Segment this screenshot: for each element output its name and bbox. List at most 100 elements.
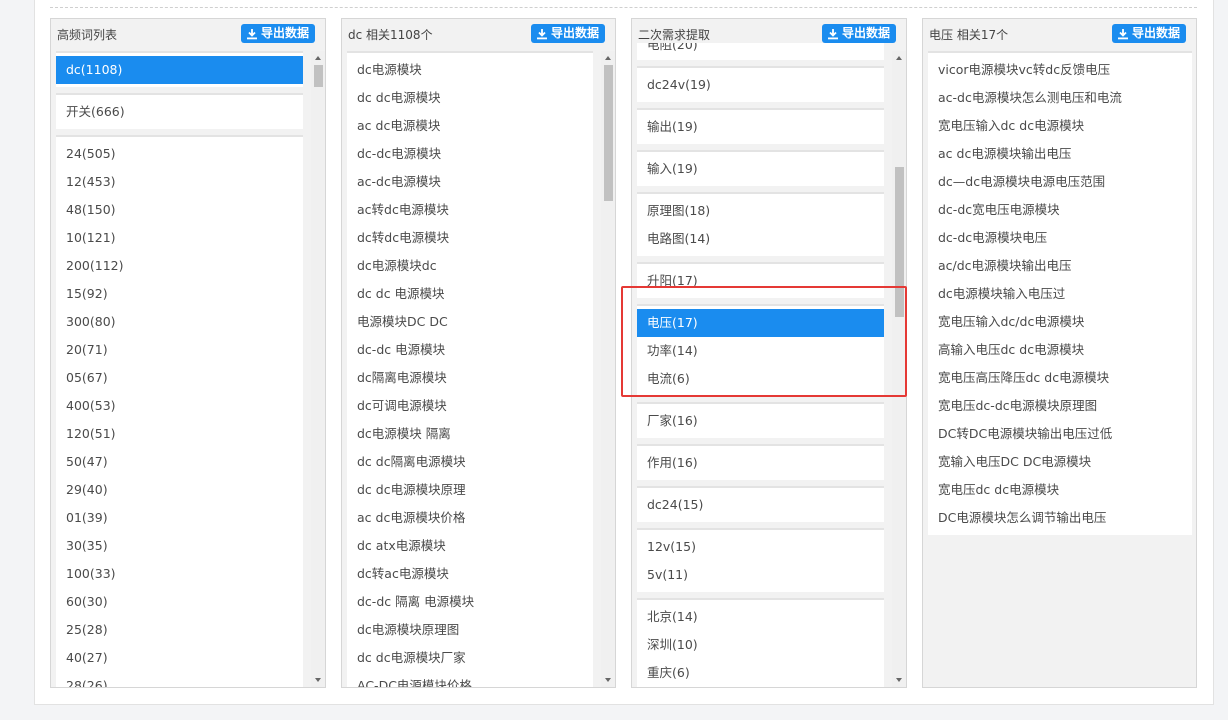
list-item[interactable]: 宽电压高压降压dc dc电源模块: [928, 364, 1192, 392]
list-item[interactable]: dc转ac电源模块: [347, 560, 593, 588]
list-item[interactable]: 28(26): [56, 672, 303, 687]
list-item[interactable]: dc atx电源模块: [347, 532, 593, 560]
list-item[interactable]: 12(453): [56, 168, 303, 196]
list-group: 输入(19): [637, 150, 884, 186]
selection-highlight-box: [621, 286, 907, 397]
list-item[interactable]: dc-dc电源模块: [347, 140, 593, 168]
list-item[interactable]: 100(33): [56, 560, 303, 588]
scroll-down-icon[interactable]: [601, 673, 615, 687]
list-item[interactable]: dc24(15): [637, 491, 884, 519]
scroll-thumb[interactable]: [314, 65, 323, 87]
list-item[interactable]: ac/dc电源模块输出电压: [928, 252, 1192, 280]
list-item[interactable]: dc dc电源模块: [347, 84, 593, 112]
export-button[interactable]: 导出数据: [530, 24, 605, 43]
export-label: 导出数据: [841, 26, 890, 40]
scroll-up-icon[interactable]: [601, 51, 615, 65]
list-item[interactable]: ac-dc电源模块怎么测电压和电流: [928, 84, 1192, 112]
list-item[interactable]: 厂家(16): [637, 407, 884, 435]
scroll-thumb[interactable]: [604, 65, 613, 201]
list-item[interactable]: dc dc电源模块原理: [347, 476, 593, 504]
list-item[interactable]: 05(67): [56, 364, 303, 392]
list-item[interactable]: 电路图(14): [637, 225, 884, 253]
list-item-selected[interactable]: dc(1108): [56, 56, 303, 84]
list-item[interactable]: 120(51): [56, 420, 303, 448]
list-item[interactable]: 输入(19): [637, 155, 884, 183]
list-item[interactable]: dc24v(19): [637, 71, 884, 99]
list-item[interactable]: 电源模块DC DC: [347, 308, 593, 336]
list-item[interactable]: 原理图(18): [637, 197, 884, 225]
list-item[interactable]: DC转DC电源模块输出电压过低: [928, 420, 1192, 448]
scrollbar[interactable]: [601, 51, 615, 687]
list-item[interactable]: 50(47): [56, 448, 303, 476]
list-item[interactable]: 300(80): [56, 308, 303, 336]
list-item[interactable]: ac-dc电源模块: [347, 168, 593, 196]
export-button[interactable]: 导出数据: [1111, 24, 1186, 43]
list-item[interactable]: ac dc电源模块价格: [347, 504, 593, 532]
list-item[interactable]: dc隔离电源模块: [347, 364, 593, 392]
scroll-up-icon[interactable]: [311, 51, 325, 65]
list-item[interactable]: 15(92): [56, 280, 303, 308]
list-item[interactable]: 宽电压dc-dc电源模块原理图: [928, 392, 1192, 420]
list-group: 北京(14)深圳(10)重庆(6)海淀(6): [637, 598, 884, 687]
list-item[interactable]: dc电源模块 隔离: [347, 420, 593, 448]
scroll-down-icon[interactable]: [311, 673, 325, 687]
list-item[interactable]: ac转dc电源模块: [347, 196, 593, 224]
list-item[interactable]: 10(121): [56, 224, 303, 252]
list-item[interactable]: 24(505): [56, 140, 303, 168]
list-item[interactable]: dc dc 电源模块: [347, 280, 593, 308]
list-item[interactable]: 开关(666): [56, 98, 303, 126]
scrollbar[interactable]: [311, 51, 325, 687]
list-item[interactable]: vicor电源模块vc转dc反馈电压: [928, 56, 1192, 84]
download-icon: [246, 28, 257, 39]
list-item[interactable]: 深圳(10): [637, 631, 884, 659]
list-item[interactable]: 北京(14): [637, 603, 884, 631]
list-item[interactable]: dc-dc电源模块电压: [928, 224, 1192, 252]
list-item[interactable]: 作用(16): [637, 449, 884, 477]
list-item[interactable]: dc—dc电源模块电源电压范围: [928, 168, 1192, 196]
list-item[interactable]: dc转dc电源模块: [347, 224, 593, 252]
list-item[interactable]: 30(35): [56, 532, 303, 560]
panel-title: 高频词列表: [57, 28, 118, 42]
list-item[interactable]: 宽输入电压DC DC电源模块: [928, 448, 1192, 476]
list-item[interactable]: dc-dc 隔离 电源模块: [347, 588, 593, 616]
list-item[interactable]: dc-dc宽电压电源模块: [928, 196, 1192, 224]
list-item[interactable]: 12v(15): [637, 533, 884, 561]
list-item[interactable]: AC-DC电源模块价格: [347, 672, 593, 687]
scroll-up-icon[interactable]: [892, 51, 906, 65]
list-group: dc24(15): [637, 486, 884, 522]
list-group: dc24v(19): [637, 66, 884, 102]
list-item[interactable]: dc可调电源模块: [347, 392, 593, 420]
list-item[interactable]: 60(30): [56, 588, 303, 616]
list-item[interactable]: dc dc电源模块厂家: [347, 644, 593, 672]
list-item[interactable]: 25(28): [56, 616, 303, 644]
list-item[interactable]: 高输入电压dc dc电源模块: [928, 336, 1192, 364]
list-item[interactable]: dc-dc 电源模块: [347, 336, 593, 364]
list-item[interactable]: 5v(11): [637, 561, 884, 589]
list-item[interactable]: 输出(19): [637, 113, 884, 141]
list-item[interactable]: dc电源模块原理图: [347, 616, 593, 644]
list-item[interactable]: 宽电压输入dc dc电源模块: [928, 112, 1192, 140]
list-item[interactable]: 01(39): [56, 504, 303, 532]
list-item[interactable]: 宽电压输入dc/dc电源模块: [928, 308, 1192, 336]
list-item[interactable]: 29(40): [56, 476, 303, 504]
list-item[interactable]: 重庆(6): [637, 659, 884, 687]
list-item[interactable]: 200(112): [56, 252, 303, 280]
scroll-down-icon[interactable]: [892, 673, 906, 687]
export-button[interactable]: 导出数据: [821, 24, 896, 43]
list-item[interactable]: ac dc电源模块输出电压: [928, 140, 1192, 168]
list-item[interactable]: dc dc隔离电源模块: [347, 448, 593, 476]
list-item[interactable]: 电阻(20): [637, 43, 884, 57]
list-item[interactable]: dc电源模块输入电压过: [928, 280, 1192, 308]
panel-title: dc 相关1108个: [348, 28, 433, 42]
list-item[interactable]: 40(27): [56, 644, 303, 672]
list-item[interactable]: dc电源模块dc: [347, 252, 593, 280]
list-item[interactable]: DC电源模块怎么调节输出电压: [928, 504, 1192, 532]
list-item[interactable]: 400(53): [56, 392, 303, 420]
panel-high-frequency-words: 高频词列表 导出数据 dc(1108) 开关(666) 24(505) 12(453)…: [50, 18, 326, 688]
list-item[interactable]: dc电源模块: [347, 56, 593, 84]
list-item[interactable]: 宽电压dc dc电源模块: [928, 476, 1192, 504]
list-item[interactable]: 48(150): [56, 196, 303, 224]
export-button[interactable]: 导出数据: [240, 24, 315, 43]
list-item[interactable]: 20(71): [56, 336, 303, 364]
list-item[interactable]: ac dc电源模块: [347, 112, 593, 140]
